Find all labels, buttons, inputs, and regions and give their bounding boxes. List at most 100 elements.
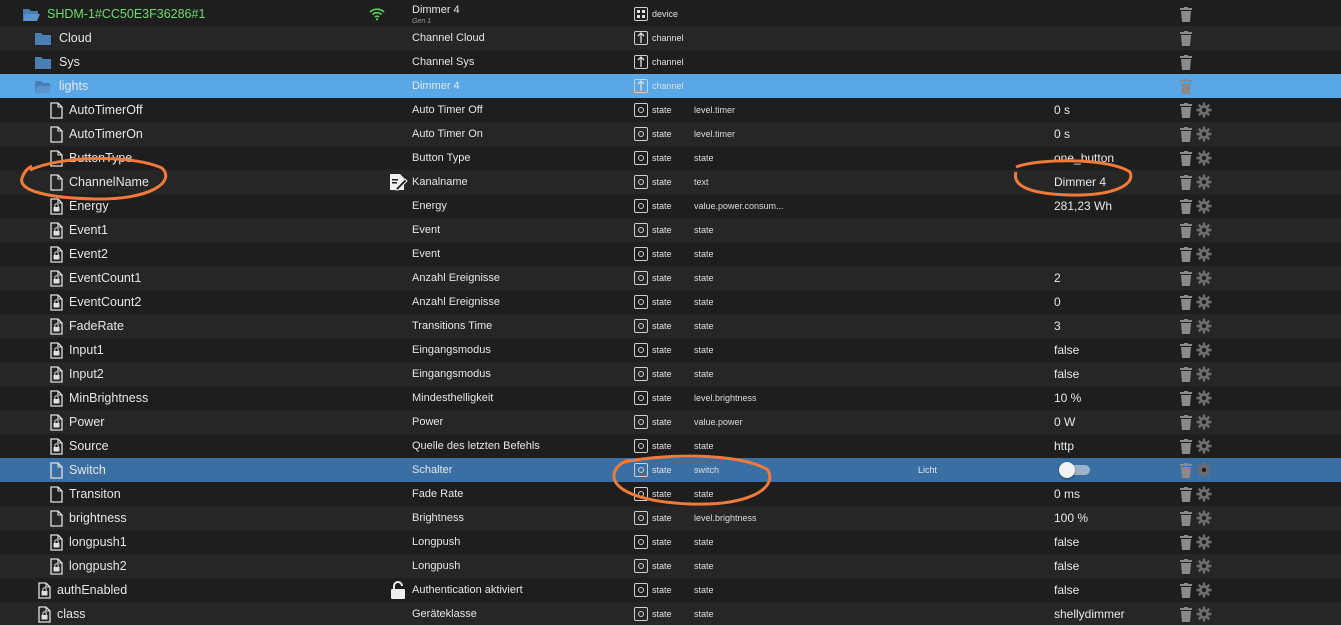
gear-icon[interactable] bbox=[1196, 318, 1212, 334]
object-value[interactable]: false bbox=[1054, 362, 1079, 386]
gear-icon[interactable] bbox=[1196, 294, 1212, 310]
tree-row[interactable]: Switch Schalter state switch Licht bbox=[0, 458, 1341, 482]
tree-row[interactable]: Power Power state value.power 0 W bbox=[0, 410, 1341, 434]
trash-icon[interactable] bbox=[1179, 79, 1193, 94]
trash-icon[interactable] bbox=[1179, 415, 1193, 430]
file-lock-icon bbox=[50, 293, 63, 311]
tree-row[interactable]: MinBrightness Mindesthelligkeit state level… bbox=[0, 386, 1341, 410]
tree-row[interactable]: brightness Brightness state level.brightnes… bbox=[0, 506, 1341, 530]
object-value[interactable]: Dimmer 4 bbox=[1054, 170, 1106, 194]
gear-icon[interactable] bbox=[1196, 582, 1212, 598]
gear-icon[interactable] bbox=[1196, 438, 1212, 454]
gear-icon[interactable] bbox=[1196, 558, 1212, 574]
gear-icon[interactable] bbox=[1196, 126, 1212, 142]
trash-icon[interactable] bbox=[1179, 439, 1193, 454]
tree-row[interactable]: EventCount1 Anzahl Ereignisse state state 2 bbox=[0, 266, 1341, 290]
tree-row[interactable]: Transiton Fade Rate state state 0 ms bbox=[0, 482, 1341, 506]
row-icon bbox=[48, 554, 66, 578]
trash-icon[interactable] bbox=[1179, 247, 1193, 262]
tree-row[interactable]: lights Dimmer 4 channel bbox=[0, 74, 1341, 98]
gear-icon[interactable] bbox=[1196, 342, 1212, 358]
tree-row[interactable]: AutoTimerOff Auto Timer Off state level.tim… bbox=[0, 98, 1341, 122]
gear-icon[interactable] bbox=[1196, 606, 1212, 622]
tree-row[interactable]: SHDM-1#CC50E3F36286#1 Dimmer 4 Gen 1 device bbox=[0, 2, 1341, 26]
tree-row[interactable]: ButtonType Button Type state state one_butto… bbox=[0, 146, 1341, 170]
object-name-text: Mindesthelligkeit bbox=[412, 392, 494, 404]
trash-icon[interactable] bbox=[1179, 319, 1193, 334]
trash-icon[interactable] bbox=[1179, 295, 1193, 310]
trash-icon[interactable] bbox=[1179, 7, 1193, 22]
trash-icon[interactable] bbox=[1179, 607, 1193, 622]
tree-row[interactable]: AutoTimerOn Auto Timer On state level.timer… bbox=[0, 122, 1341, 146]
object-value[interactable]: false bbox=[1054, 530, 1079, 554]
object-value[interactable]: shellydimmer bbox=[1054, 602, 1125, 625]
tree-row[interactable]: Input1 Eingangsmodus state state false bbox=[0, 338, 1341, 362]
gear-icon[interactable] bbox=[1196, 366, 1212, 382]
trash-icon[interactable] bbox=[1179, 31, 1193, 46]
tree-row[interactable]: Cloud Channel Cloud channel bbox=[0, 26, 1341, 50]
trash-icon[interactable] bbox=[1179, 343, 1193, 358]
trash-icon[interactable] bbox=[1179, 199, 1193, 214]
object-value[interactable]: 100 % bbox=[1054, 506, 1088, 530]
tree-row[interactable]: EventCount2 Anzahl Ereignisse state state 0 bbox=[0, 290, 1341, 314]
tree-row[interactable]: Source Quelle des letzten Befehls state sta… bbox=[0, 434, 1341, 458]
object-value[interactable]: 281,23 Wh bbox=[1054, 194, 1112, 218]
gear-icon[interactable] bbox=[1196, 510, 1212, 526]
object-value[interactable]: one_button bbox=[1054, 146, 1114, 170]
object-id: ChannelName bbox=[69, 175, 149, 189]
trash-icon[interactable] bbox=[1179, 487, 1193, 502]
trash-icon[interactable] bbox=[1179, 391, 1193, 406]
tree-row[interactable]: Sys Channel Sys channel bbox=[0, 50, 1341, 74]
trash-icon[interactable] bbox=[1179, 127, 1193, 142]
trash-icon[interactable] bbox=[1179, 271, 1193, 286]
tree-row[interactable]: Event1 Event state state bbox=[0, 218, 1341, 242]
channel-glyph-icon bbox=[637, 56, 645, 67]
gear-icon[interactable] bbox=[1196, 414, 1212, 430]
object-value[interactable]: http bbox=[1054, 434, 1074, 458]
gear-icon[interactable] bbox=[1196, 246, 1212, 262]
gear-icon[interactable] bbox=[1196, 222, 1212, 238]
tree-row[interactable]: authEnabled Authentication aktiviert state… bbox=[0, 578, 1341, 602]
object-value[interactable]: 0 s bbox=[1054, 122, 1070, 146]
row-icon bbox=[48, 530, 66, 554]
trash-icon[interactable] bbox=[1179, 223, 1193, 238]
gear-icon[interactable] bbox=[1196, 174, 1212, 190]
object-value[interactable]: false bbox=[1054, 578, 1079, 602]
trash-icon[interactable] bbox=[1179, 583, 1193, 598]
object-value[interactable]: false bbox=[1054, 338, 1079, 362]
gear-icon[interactable] bbox=[1196, 390, 1212, 406]
gear-icon[interactable] bbox=[1196, 198, 1212, 214]
switch-toggle[interactable] bbox=[1059, 462, 1090, 478]
object-value[interactable]: 3 bbox=[1054, 314, 1061, 338]
trash-icon[interactable] bbox=[1179, 175, 1193, 190]
gear-icon[interactable] bbox=[1196, 102, 1212, 118]
gear-icon[interactable] bbox=[1196, 486, 1212, 502]
tree-row[interactable]: Event2 Event state state bbox=[0, 242, 1341, 266]
tree-row[interactable]: FadeRate Transitions Time state state 3 bbox=[0, 314, 1341, 338]
trash-icon[interactable] bbox=[1179, 511, 1193, 526]
tree-row[interactable]: longpush2 Longpush state state false bbox=[0, 554, 1341, 578]
object-value[interactable]: 10 % bbox=[1054, 386, 1081, 410]
trash-icon[interactable] bbox=[1179, 55, 1193, 70]
object-value[interactable]: 0 bbox=[1054, 290, 1061, 314]
tree-row[interactable]: Energy Energy state value.power.consum... 28… bbox=[0, 194, 1341, 218]
trash-icon[interactable] bbox=[1179, 151, 1193, 166]
object-value[interactable]: false bbox=[1054, 554, 1079, 578]
trash-icon[interactable] bbox=[1179, 535, 1193, 550]
gear-icon[interactable] bbox=[1196, 534, 1212, 550]
tree-row[interactable]: Input2 Eingangsmodus state state false bbox=[0, 362, 1341, 386]
gear-icon[interactable] bbox=[1196, 270, 1212, 286]
trash-icon[interactable] bbox=[1179, 463, 1193, 478]
trash-icon[interactable] bbox=[1179, 559, 1193, 574]
tree-row[interactable]: longpush1 Longpush state state false bbox=[0, 530, 1341, 554]
object-value[interactable]: 0 ms bbox=[1054, 482, 1080, 506]
trash-icon[interactable] bbox=[1179, 367, 1193, 382]
gear-icon[interactable] bbox=[1196, 150, 1212, 166]
object-value[interactable]: 2 bbox=[1054, 266, 1061, 290]
object-value[interactable]: 0 s bbox=[1054, 98, 1070, 122]
gear-icon[interactable] bbox=[1196, 462, 1212, 478]
tree-row[interactable]: class Geräteklasse state state shellydimmer bbox=[0, 602, 1341, 625]
tree-row[interactable]: ChannelName Kanalname state text Dimmer 4 bbox=[0, 170, 1341, 194]
object-value[interactable]: 0 W bbox=[1054, 410, 1075, 434]
trash-icon[interactable] bbox=[1179, 103, 1193, 118]
